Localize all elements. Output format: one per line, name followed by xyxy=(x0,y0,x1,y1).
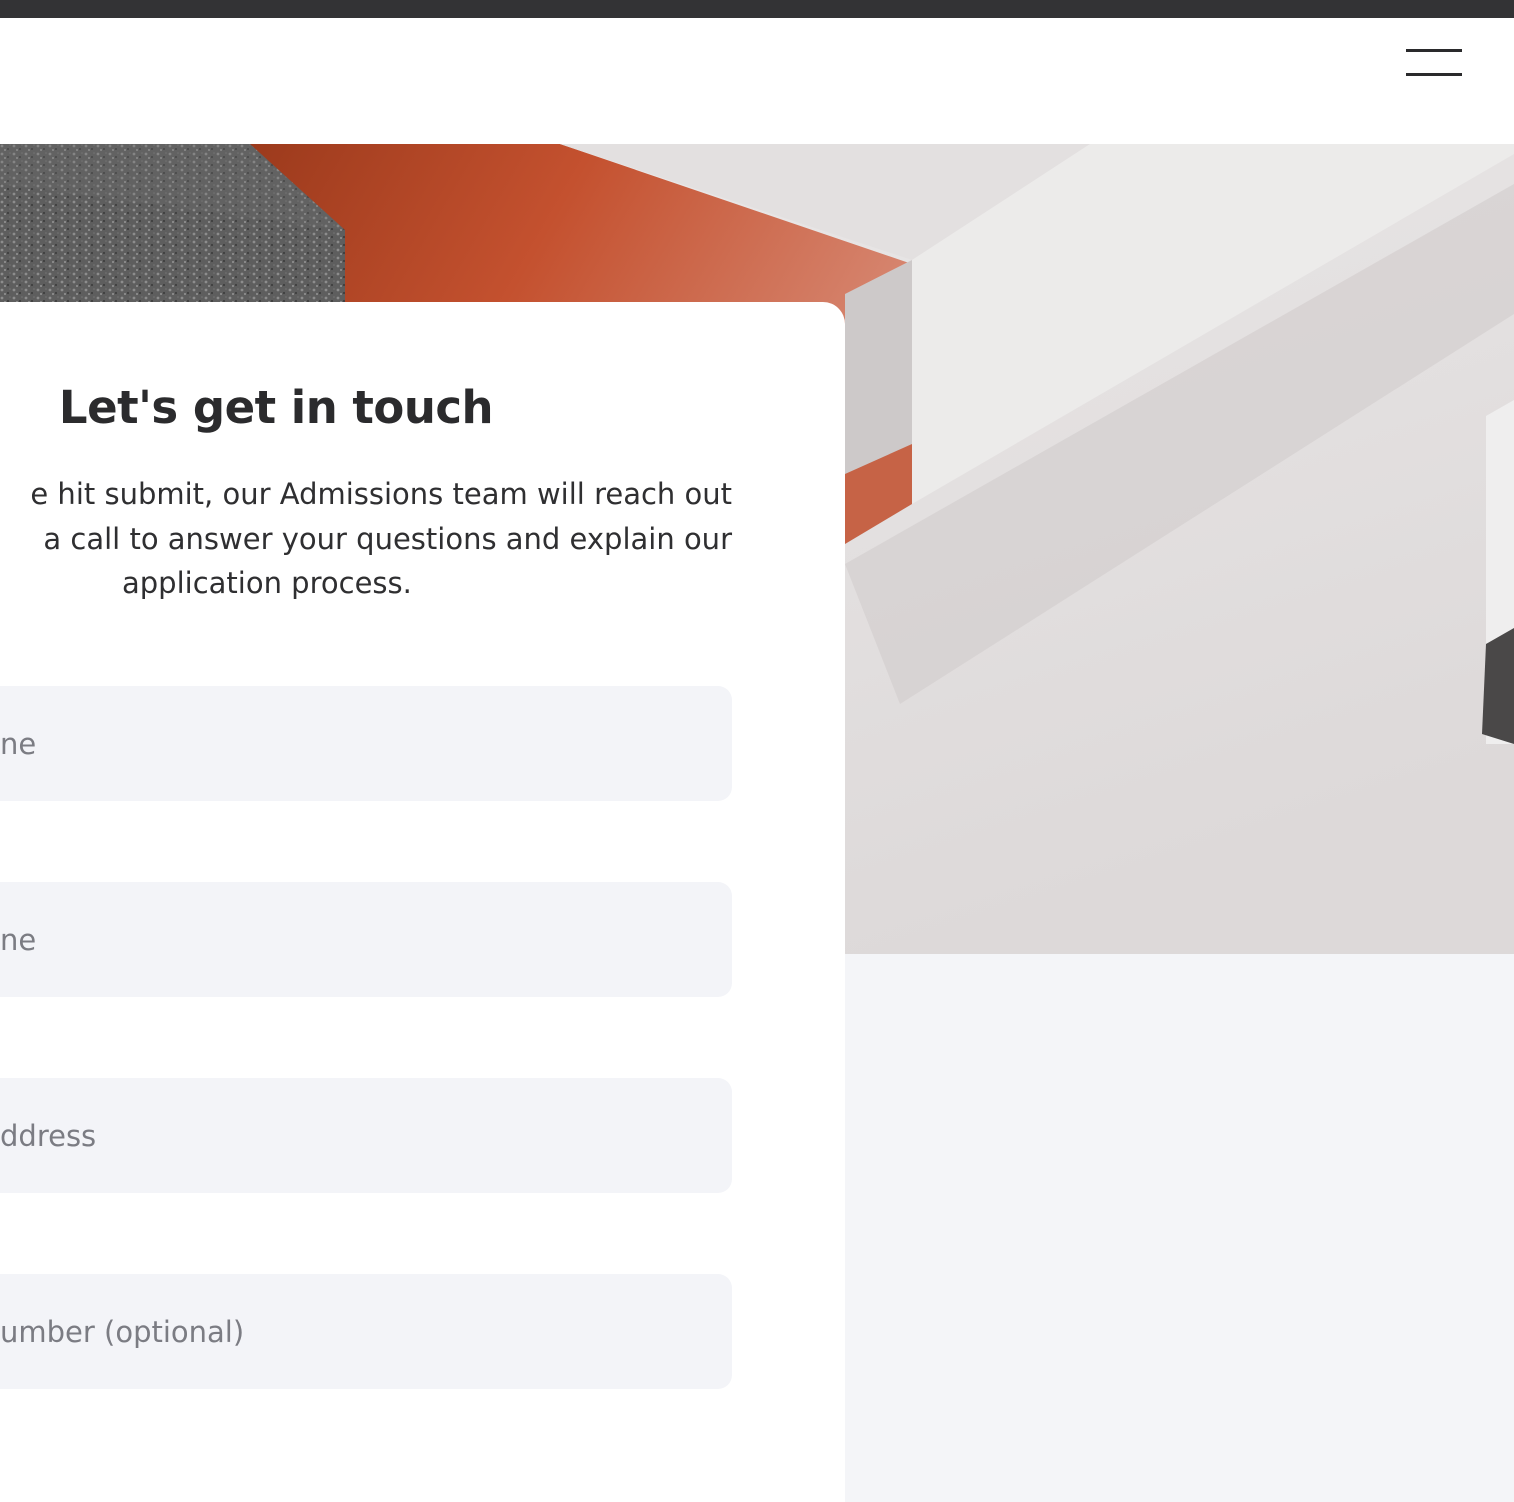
email-address-placeholder: ddress xyxy=(0,1118,97,1153)
form-intro-text: e hit submit, our Admissions team will r… xyxy=(0,472,732,606)
intro-line-2: a call to answer your questions and expl… xyxy=(43,521,732,556)
site-header xyxy=(0,18,1514,144)
intro-line-1: e hit submit, our Admissions team will r… xyxy=(30,477,732,511)
email-address-field[interactable]: ddress xyxy=(0,1078,732,1193)
top-bar xyxy=(0,0,1514,18)
last-name-field[interactable]: ne xyxy=(0,882,732,997)
phone-number-field[interactable]: umber (optional) xyxy=(0,1274,732,1389)
first-name-field[interactable]: ne xyxy=(0,686,732,801)
intro-line-3: application process. xyxy=(122,566,412,600)
hamburger-menu-icon xyxy=(1406,49,1462,52)
phone-number-placeholder: umber (optional) xyxy=(0,1314,245,1349)
last-name-placeholder: ne xyxy=(0,922,37,957)
hamburger-menu-icon-line xyxy=(1406,73,1462,76)
form-title: Let's get in touch xyxy=(58,381,494,434)
first-name-placeholder: ne xyxy=(0,726,37,761)
menu-button[interactable] xyxy=(1398,44,1470,84)
